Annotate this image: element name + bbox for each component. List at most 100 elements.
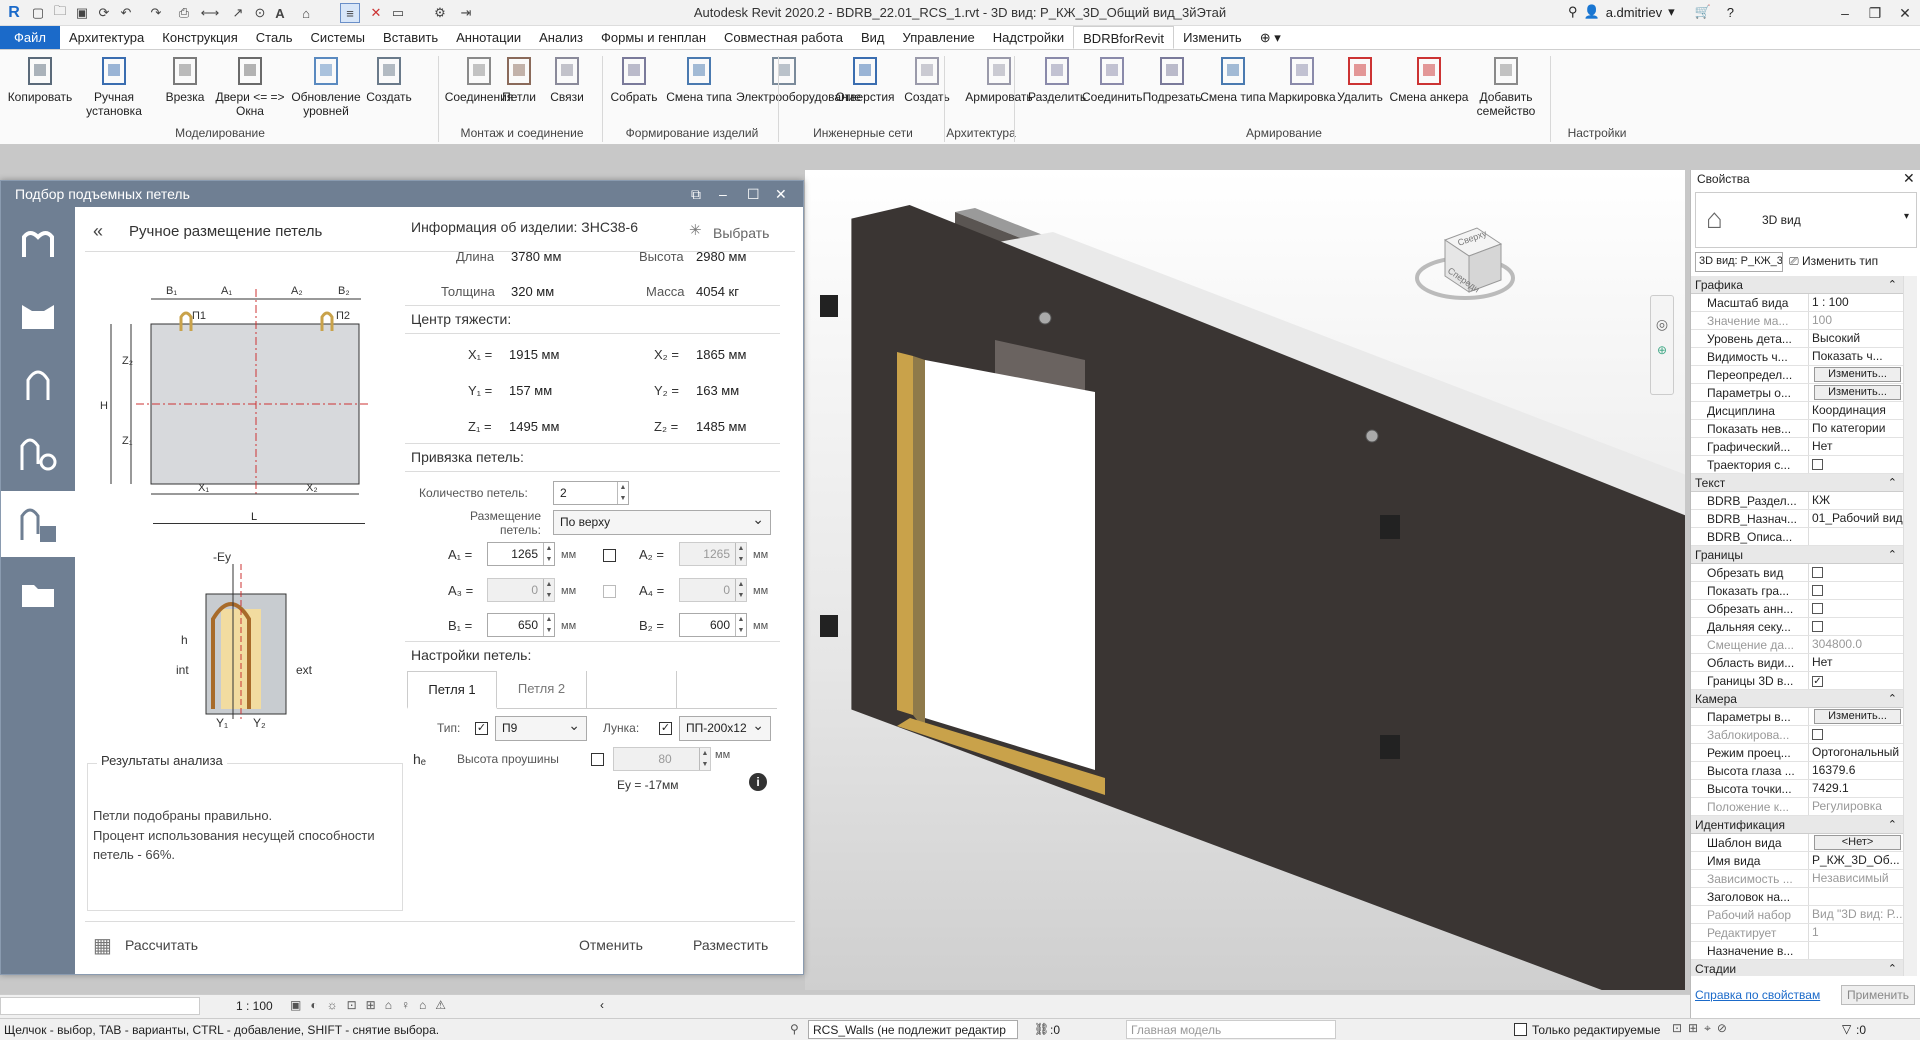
ribbon-button-14[interactable]: Армировать [964,54,1034,104]
view-scale[interactable]: 1 : 100 [236,999,273,1013]
property-value[interactable]: Показать ч... [1808,348,1903,365]
property-category[interactable]: Графика [1691,276,1903,294]
b1-input[interactable]: 650 ▲ ▼ [487,613,555,637]
property-row[interactable]: Дисциплина Координация [1691,402,1903,420]
a1-input[interactable]: 1265 ▲ ▼ [487,542,555,566]
property-value[interactable] [1808,582,1903,599]
chevron-down-icon[interactable]: ▾ [1668,4,1675,20]
property-row[interactable]: Параметры о... Изменить... [1691,384,1903,402]
ribbon-button-18[interactable]: Смена типа [1200,54,1266,104]
property-row[interactable]: Заголовок на... [1691,888,1903,906]
ribbon-button-11[interactable]: Электрооборудование [736,54,861,104]
spinner-icon[interactable]: ▲ ▼ [735,579,746,601]
tab-14[interactable]: Изменить [1174,26,1251,49]
sidebar-folder-icon[interactable] [1,561,75,627]
property-category[interactable]: Идентификация [1691,816,1903,834]
property-value[interactable]: Нет [1808,438,1903,455]
spinner-icon[interactable]: ▲ ▼ [543,543,554,565]
chevron-down-icon[interactable]: ▾ [1904,211,1909,222]
property-edit-button[interactable]: Изменить... [1814,367,1901,382]
zoom-icon[interactable]: ⊕ [1651,343,1673,357]
cart-icon[interactable]: 🛒 [1695,4,1711,20]
link-icon[interactable]: ⛓ [1034,1022,1049,1036]
tab-10[interactable]: Вид [852,26,894,49]
property-value[interactable] [1808,618,1903,635]
property-value[interactable]: Высокий [1808,330,1903,347]
property-row[interactable]: Параметры в... Изменить... [1691,708,1903,726]
ribbon-button-13[interactable]: Создать [900,54,954,104]
property-value[interactable] [1808,528,1903,545]
view-scrollbar[interactable] [0,997,200,1015]
properties-help-link[interactable]: Справка по свойствам [1695,988,1820,1002]
tab-0[interactable]: Файл [0,26,60,49]
property-value[interactable] [1808,888,1903,905]
search-binoculars-icon[interactable]: ⚲ [1568,4,1578,20]
tab-12[interactable]: Надстройки [984,26,1073,49]
tab-5[interactable]: Вставить [374,26,447,49]
tab-extra-icon[interactable]: ⊕ ▾ [1251,26,1290,49]
property-value[interactable] [1808,600,1903,617]
select-button[interactable]: Выбрать [713,225,769,241]
property-row[interactable]: Графический... Нет [1691,438,1903,456]
user-name[interactable]: a.dmitriev [1606,5,1662,20]
a1-value[interactable]: 1265 [511,547,538,561]
minimize-icon[interactable]: – [1830,2,1860,24]
property-value[interactable]: 100 [1808,312,1903,329]
properties-close-icon[interactable]: ✕ [1903,170,1915,187]
property-row[interactable]: Показать гра... [1691,582,1903,600]
tab-11[interactable]: Управление [894,26,984,49]
property-value[interactable]: Ортогональный [1808,744,1903,761]
a2-value[interactable]: 1265 [703,547,730,561]
b2-input[interactable]: 600 ▲ ▼ [679,613,747,637]
a2-input[interactable]: 1265 ▲ ▼ [679,542,747,566]
eye-height-checkbox[interactable] [591,753,604,766]
spinner-icon[interactable]: ▲ ▼ [735,543,746,565]
property-row[interactable]: Смещение да... 304800.0 [1691,636,1903,654]
property-category[interactable]: Камера [1691,690,1903,708]
property-edit-button[interactable]: Изменить... [1814,709,1901,724]
spinner-icon[interactable]: ▲ ▼ [543,614,554,636]
spinner-icon[interactable]: ▲ ▼ [543,579,554,601]
property-row[interactable]: Рабочий набор Вид "3D вид: Р... [1691,906,1903,924]
property-value[interactable]: Нет [1808,654,1903,671]
sidebar-panel-icon[interactable] [1,281,75,347]
design-option-select[interactable]: Главная модель [1126,1020,1336,1039]
property-value[interactable]: ✓ [1808,672,1903,689]
a2-checkbox[interactable] [603,549,616,562]
view-control-icons[interactable]: ▣◐☼⊡⊞⌂♀⌂⚠ [290,998,455,1012]
property-checkbox[interactable] [1812,459,1823,470]
filter-icon[interactable]: ▽ [1842,1022,1851,1036]
property-value[interactable]: По категории [1808,420,1903,437]
sidebar-loop-settings-icon[interactable] [1,421,75,487]
sidebar-loops-icon[interactable] [1,211,75,277]
placement-value[interactable]: По верху [560,515,610,529]
ribbon-button-12[interactable]: Отверстия [830,54,900,104]
ribbon-button-22[interactable]: Добавить семейство [1470,54,1542,118]
property-row[interactable]: Границы 3D в... ✓ [1691,672,1903,690]
property-edit-button[interactable]: Изменить... [1814,385,1901,400]
spinner-icon[interactable]: ▲ ▼ [617,482,628,504]
user-box[interactable]: ⚲ 👤 a.dmitriev ▾ 🛒 ? [1568,4,1734,20]
ribbon-button-8[interactable]: Связи [546,54,588,104]
view-cube[interactable]: Сверху Спереди [1415,210,1515,310]
tab-3[interactable]: Сталь [247,26,302,49]
ribbon-button-3[interactable]: Двери <= => Окна [212,54,288,118]
user-icon[interactable]: 👤 [1584,4,1600,20]
type-select[interactable]: П9 [495,714,587,741]
property-edit-button[interactable]: <Нет> [1814,835,1901,850]
scroll-left-icon[interactable]: ‹ [600,998,604,1012]
property-value[interactable]: КЖ [1808,492,1903,509]
info-icon[interactable]: i [749,773,767,791]
tab-9[interactable]: Совместная работа [715,26,852,49]
b2-value[interactable]: 600 [710,618,730,632]
a4-input[interactable]: 0 ▲ ▼ [679,578,747,602]
property-value[interactable]: 01_Рабочий вид [1808,510,1903,527]
selection-filter-icons[interactable]: ⊡⊞⌖⊘ [1672,1021,1733,1036]
property-value[interactable]: Изменить... [1808,366,1903,383]
property-value[interactable]: Изменить... [1808,384,1903,401]
3d-viewport[interactable]: Сверху Спереди ◎ ⊕ [805,170,1920,1040]
a4-checkbox[interactable] [603,585,616,598]
calculator-icon[interactable]: ▦ [93,933,112,958]
ribbon-button-10[interactable]: Смена типа [666,54,732,104]
back-icon[interactable]: « [93,221,103,242]
